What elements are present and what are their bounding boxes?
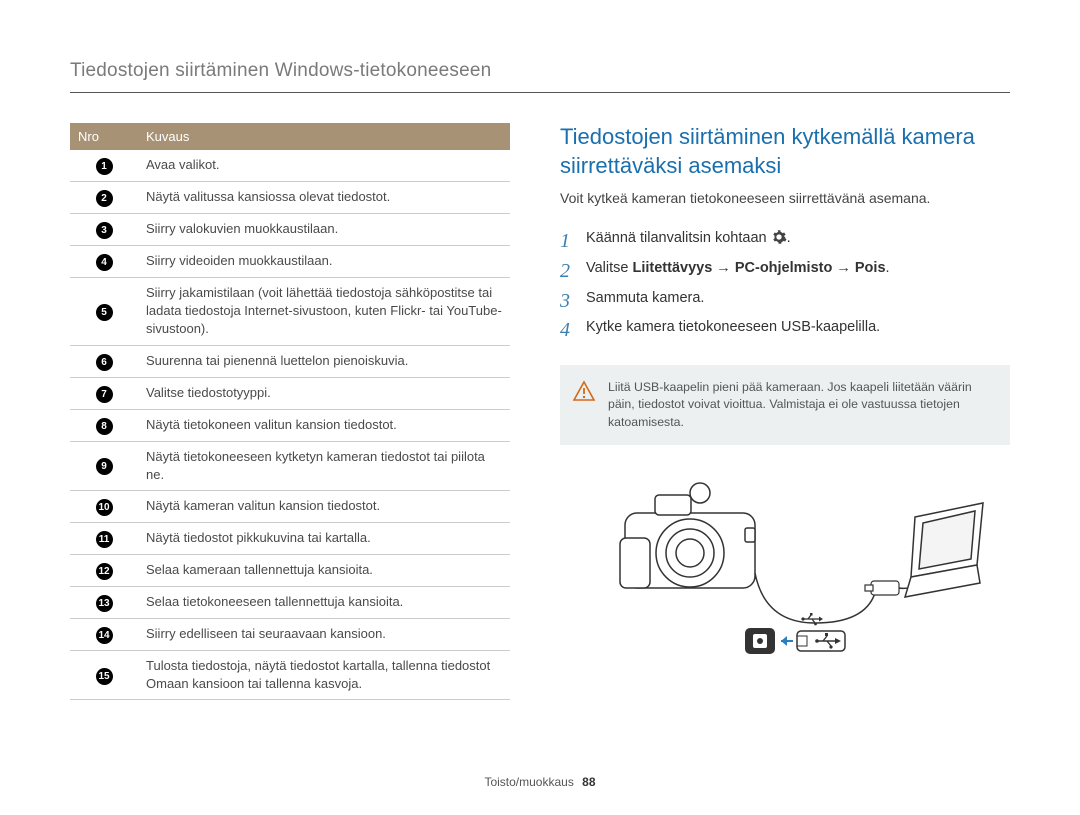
step-3: Sammuta kamera. [560,284,1010,314]
row-desc-cell: Avaa valikot. [138,150,510,182]
steps-list: Käännä tilanvalitsin kohtaan . Valitse L… [560,224,1010,343]
row-number-cell: 14 [70,618,138,650]
step2-arrow1: → [712,260,735,276]
footer-page-number: 88 [582,775,595,789]
table-row: 14 Siirry edelliseen tai seuraavaan kansi… [70,618,510,650]
col-header-num: Nro [70,123,138,150]
step2-b1: Liitettävyys [632,260,712,276]
index-table: Nro Kuvaus 1 Avaa valikot. 2 Näytä valituss… [70,123,510,700]
row-number-cell: 13 [70,586,138,618]
table-row: 5 Siirry jakamistilaan (voit lähettää tie… [70,278,510,346]
intro-text: Voit kytkeä kameran tietokoneeseen siirr… [560,190,1010,206]
row-number-cell: 12 [70,554,138,586]
table-row: 9 Näytä tietokoneeseen kytketyn kameran t… [70,441,510,490]
row-number-cell: 7 [70,377,138,409]
number-bullet: 11 [96,531,113,548]
row-desc-cell: Näytä tiedostot pikkukuvina tai kartalla… [138,522,510,554]
step-4: Kytke kamera tietokoneeseen USB-kaapelil… [560,313,1010,343]
table-row: 13 Selaa tietokoneeseen tallennettuja kan… [70,586,510,618]
row-number-cell: 1 [70,150,138,182]
number-bullet: 5 [96,304,113,321]
row-desc-cell: Näytä valitussa kansiossa olevat tiedost… [138,182,510,214]
number-bullet: 12 [96,563,113,580]
number-bullet: 3 [96,222,113,239]
table-row: 6 Suurenna tai pienennä luettelon pienois… [70,345,510,377]
index-table-column: Nro Kuvaus 1 Avaa valikot. 2 Näytä valituss… [70,123,510,700]
row-number-cell: 2 [70,182,138,214]
row-number-cell: 6 [70,345,138,377]
number-bullet: 15 [96,668,113,685]
number-bullet: 1 [96,158,113,175]
step1-prefix: Käännä tilanvalitsin kohtaan [586,230,771,246]
table-row: 10 Näytä kameran valitun kansion tiedosto… [70,490,510,522]
number-bullet: 7 [96,386,113,403]
number-bullet: 8 [96,418,113,435]
number-bullet: 14 [96,627,113,644]
step2-b2: PC-ohjelmisto [735,260,832,276]
row-desc-cell: Näytä tietokoneeseen kytketyn kameran ti… [138,441,510,490]
row-number-cell: 5 [70,278,138,346]
row-number-cell: 9 [70,441,138,490]
table-row: 3 Siirry valokuvien muokkaustilaan. [70,214,510,246]
table-row: 1 Avaa valikot. [70,150,510,182]
row-desc-cell: Selaa tietokoneeseen tallennettuja kansi… [138,586,510,618]
row-desc-cell: Näytä tietokoneen valitun kansion tiedos… [138,409,510,441]
row-number-cell: 8 [70,409,138,441]
row-number-cell: 11 [70,522,138,554]
step-2: Valitse Liitettävyys → PC-ohjelmisto → P… [560,254,1010,284]
step1-suffix: . [787,230,791,246]
step2-prefix: Valitse [586,260,632,276]
row-number-cell: 3 [70,214,138,246]
table-row: 4 Siirry videoiden muokkaustilaan. [70,246,510,278]
page-header: Tiedostojen siirtäminen Windows-tietokon… [70,60,1010,93]
row-desc-cell: Suurenna tai pienennä luettelon pienoisk… [138,345,510,377]
table-row: 11 Näytä tiedostot pikkukuvina tai kartal… [70,522,510,554]
number-bullet: 4 [96,254,113,271]
warning-icon [572,379,596,403]
table-row: 8 Näytä tietokoneen valitun kansion tiedo… [70,409,510,441]
row-desc-cell: Siirry valokuvien muokkaustilaan. [138,214,510,246]
gear-icon [771,229,787,245]
footer-section: Toisto/muokkaus [484,775,573,789]
number-bullet: 6 [96,354,113,371]
table-row: 12 Selaa kameraan tallennettuja kansioita… [70,554,510,586]
number-bullet: 2 [96,190,113,207]
col-header-desc: Kuvaus [138,123,510,150]
row-desc-cell: Tulosta tiedostoja, näytä tiedostot kart… [138,650,510,699]
table-row: 7 Valitse tiedostotyyppi. [70,377,510,409]
row-desc-cell: Siirry jakamistilaan (voit lähettää tied… [138,278,510,346]
number-bullet: 13 [96,595,113,612]
content-column: Tiedostojen siirtäminen kytkemällä kamer… [560,123,1010,700]
row-number-cell: 10 [70,490,138,522]
row-desc-cell: Selaa kameraan tallennettuja kansioita. [138,554,510,586]
row-desc-cell: Valitse tiedostotyyppi. [138,377,510,409]
row-desc-cell: Siirry edelliseen tai seuraavaan kansioo… [138,618,510,650]
number-bullet: 9 [96,458,113,475]
step2-suffix: . [886,260,890,276]
page-footer: Toisto/muokkaus 88 [0,775,1080,789]
table-row: 15 Tulosta tiedostoja, näytä tiedostot ka… [70,650,510,699]
section-heading: Tiedostojen siirtäminen kytkemällä kamer… [560,123,1010,180]
step2-b3: Pois [855,260,886,276]
row-desc-cell: Näytä kameran valitun kansion tiedostot. [138,490,510,522]
step-1: Käännä tilanvalitsin kohtaan . [560,224,1010,254]
step2-arrow2: → [832,260,855,276]
row-number-cell: 15 [70,650,138,699]
number-bullet: 10 [96,499,113,516]
warning-note: Liitä USB-kaapelin pieni pää kameraan. J… [560,365,1010,445]
connection-diagram [560,473,1010,668]
table-row: 2 Näytä valitussa kansiossa olevat tiedos… [70,182,510,214]
row-desc-cell: Siirry videoiden muokkaustilaan. [138,246,510,278]
row-number-cell: 4 [70,246,138,278]
note-text: Liitä USB-kaapelin pieni pää kameraan. J… [608,380,972,428]
